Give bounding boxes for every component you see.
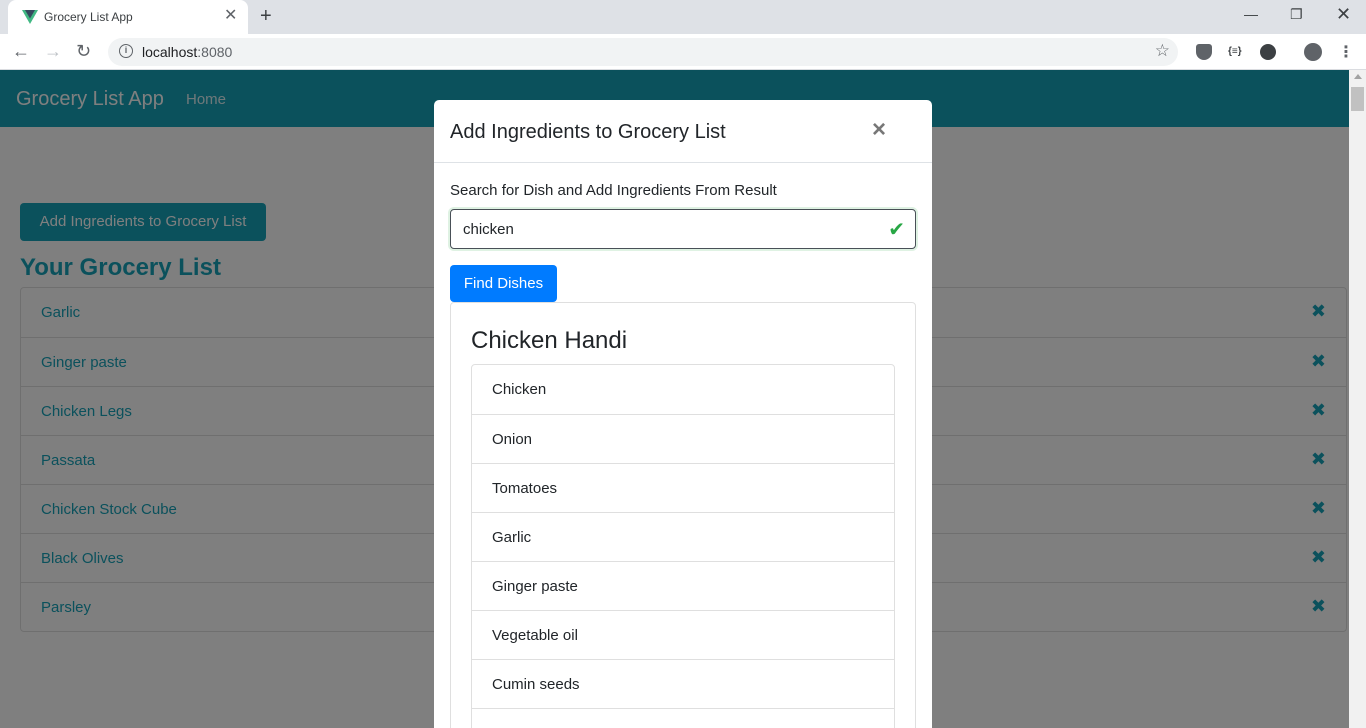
ingredient-name: Chicken	[492, 381, 547, 398]
page-scrollbar[interactable]	[1349, 70, 1366, 728]
ingredient-item[interactable]: Garlic	[472, 512, 894, 561]
profile-icon[interactable]	[1304, 43, 1322, 61]
new-tab-plus-icon[interactable]: +	[260, 6, 272, 26]
ingredient-item[interactable]: Ginger paste	[472, 561, 894, 610]
vue-favicon-icon	[22, 10, 38, 24]
valid-check-icon: ✔	[888, 219, 905, 241]
browser-tab-strip: Grocery List App ✕ + — ❐ ✕	[0, 0, 1366, 34]
url-host: localhost	[142, 44, 198, 60]
restore-icon[interactable]: ❐	[1290, 6, 1303, 23]
browser-toolbar: ← → ↻ i localhost:8080 ☆ {≡} ⋮	[0, 34, 1366, 70]
browser-tab[interactable]: Grocery List App ✕	[8, 0, 248, 34]
dish-search-input[interactable]: chicken ✔	[450, 209, 916, 249]
extension-shield-icon[interactable]	[1196, 44, 1212, 60]
ingredient-item[interactable]: Chicken	[472, 365, 894, 414]
ingredient-item[interactable]: Cumin seeds	[472, 659, 894, 708]
modal-header: Add Ingredients to Grocery List ×	[434, 100, 932, 163]
forward-icon[interactable]: →	[44, 40, 62, 62]
ingredient-list: Chicken Onion Tomatoes Garlic Ginger pas…	[471, 364, 895, 728]
minimize-icon[interactable]: —	[1244, 6, 1258, 22]
find-dishes-button[interactable]: Find Dishes	[450, 265, 557, 302]
info-icon[interactable]: i	[119, 44, 133, 58]
add-ingredients-modal: Add Ingredients to Grocery List × Search…	[434, 100, 932, 728]
ingredient-item[interactable]	[472, 708, 894, 728]
reload-icon[interactable]: ↻	[76, 40, 91, 62]
url-port: :8080	[197, 44, 233, 60]
dish-result-card: Chicken Handi Chicken Onion Tomatoes Gar…	[450, 302, 916, 728]
modal-close-icon[interactable]: ×	[872, 116, 886, 144]
ingredient-item[interactable]: Tomatoes	[472, 463, 894, 512]
search-label: Search for Dish and Add Ingredients From…	[450, 182, 777, 199]
ingredient-name: Onion	[492, 431, 533, 448]
star-icon[interactable]: ☆	[1155, 41, 1170, 61]
ingredient-name: Cumin seeds	[492, 676, 580, 693]
ingredient-item[interactable]: Onion	[472, 414, 894, 463]
ingredient-item[interactable]: Vegetable oil	[472, 610, 894, 659]
search-input-value: chicken	[463, 221, 514, 238]
extension-json-icon[interactable]: {≡}	[1228, 46, 1244, 62]
tab-title: Grocery List App	[44, 10, 133, 24]
more-icon[interactable]: ⋮	[1338, 42, 1354, 62]
close-window-icon[interactable]: ✕	[1336, 4, 1351, 25]
modal-title: Add Ingredients to Grocery List	[450, 121, 726, 143]
ingredient-name: Garlic	[492, 529, 532, 546]
address-bar[interactable]: i localhost:8080 ☆	[108, 38, 1178, 66]
tab-close-icon[interactable]: ✕	[224, 8, 237, 24]
ingredient-name: Ginger paste	[492, 578, 578, 595]
extension-circle-icon[interactable]	[1260, 44, 1276, 60]
dish-name: Chicken Handi	[471, 327, 628, 354]
app-page: Grocery List App Home Add Ingredients to…	[0, 70, 1349, 728]
scrollbar-thumb[interactable]	[1351, 87, 1364, 111]
ingredient-name: Vegetable oil	[492, 627, 578, 644]
url-text: localhost:8080	[142, 44, 232, 60]
scroll-up-arrow-icon[interactable]	[1354, 74, 1362, 79]
ingredient-name: Tomatoes	[492, 480, 558, 497]
back-icon[interactable]: ←	[12, 40, 30, 62]
